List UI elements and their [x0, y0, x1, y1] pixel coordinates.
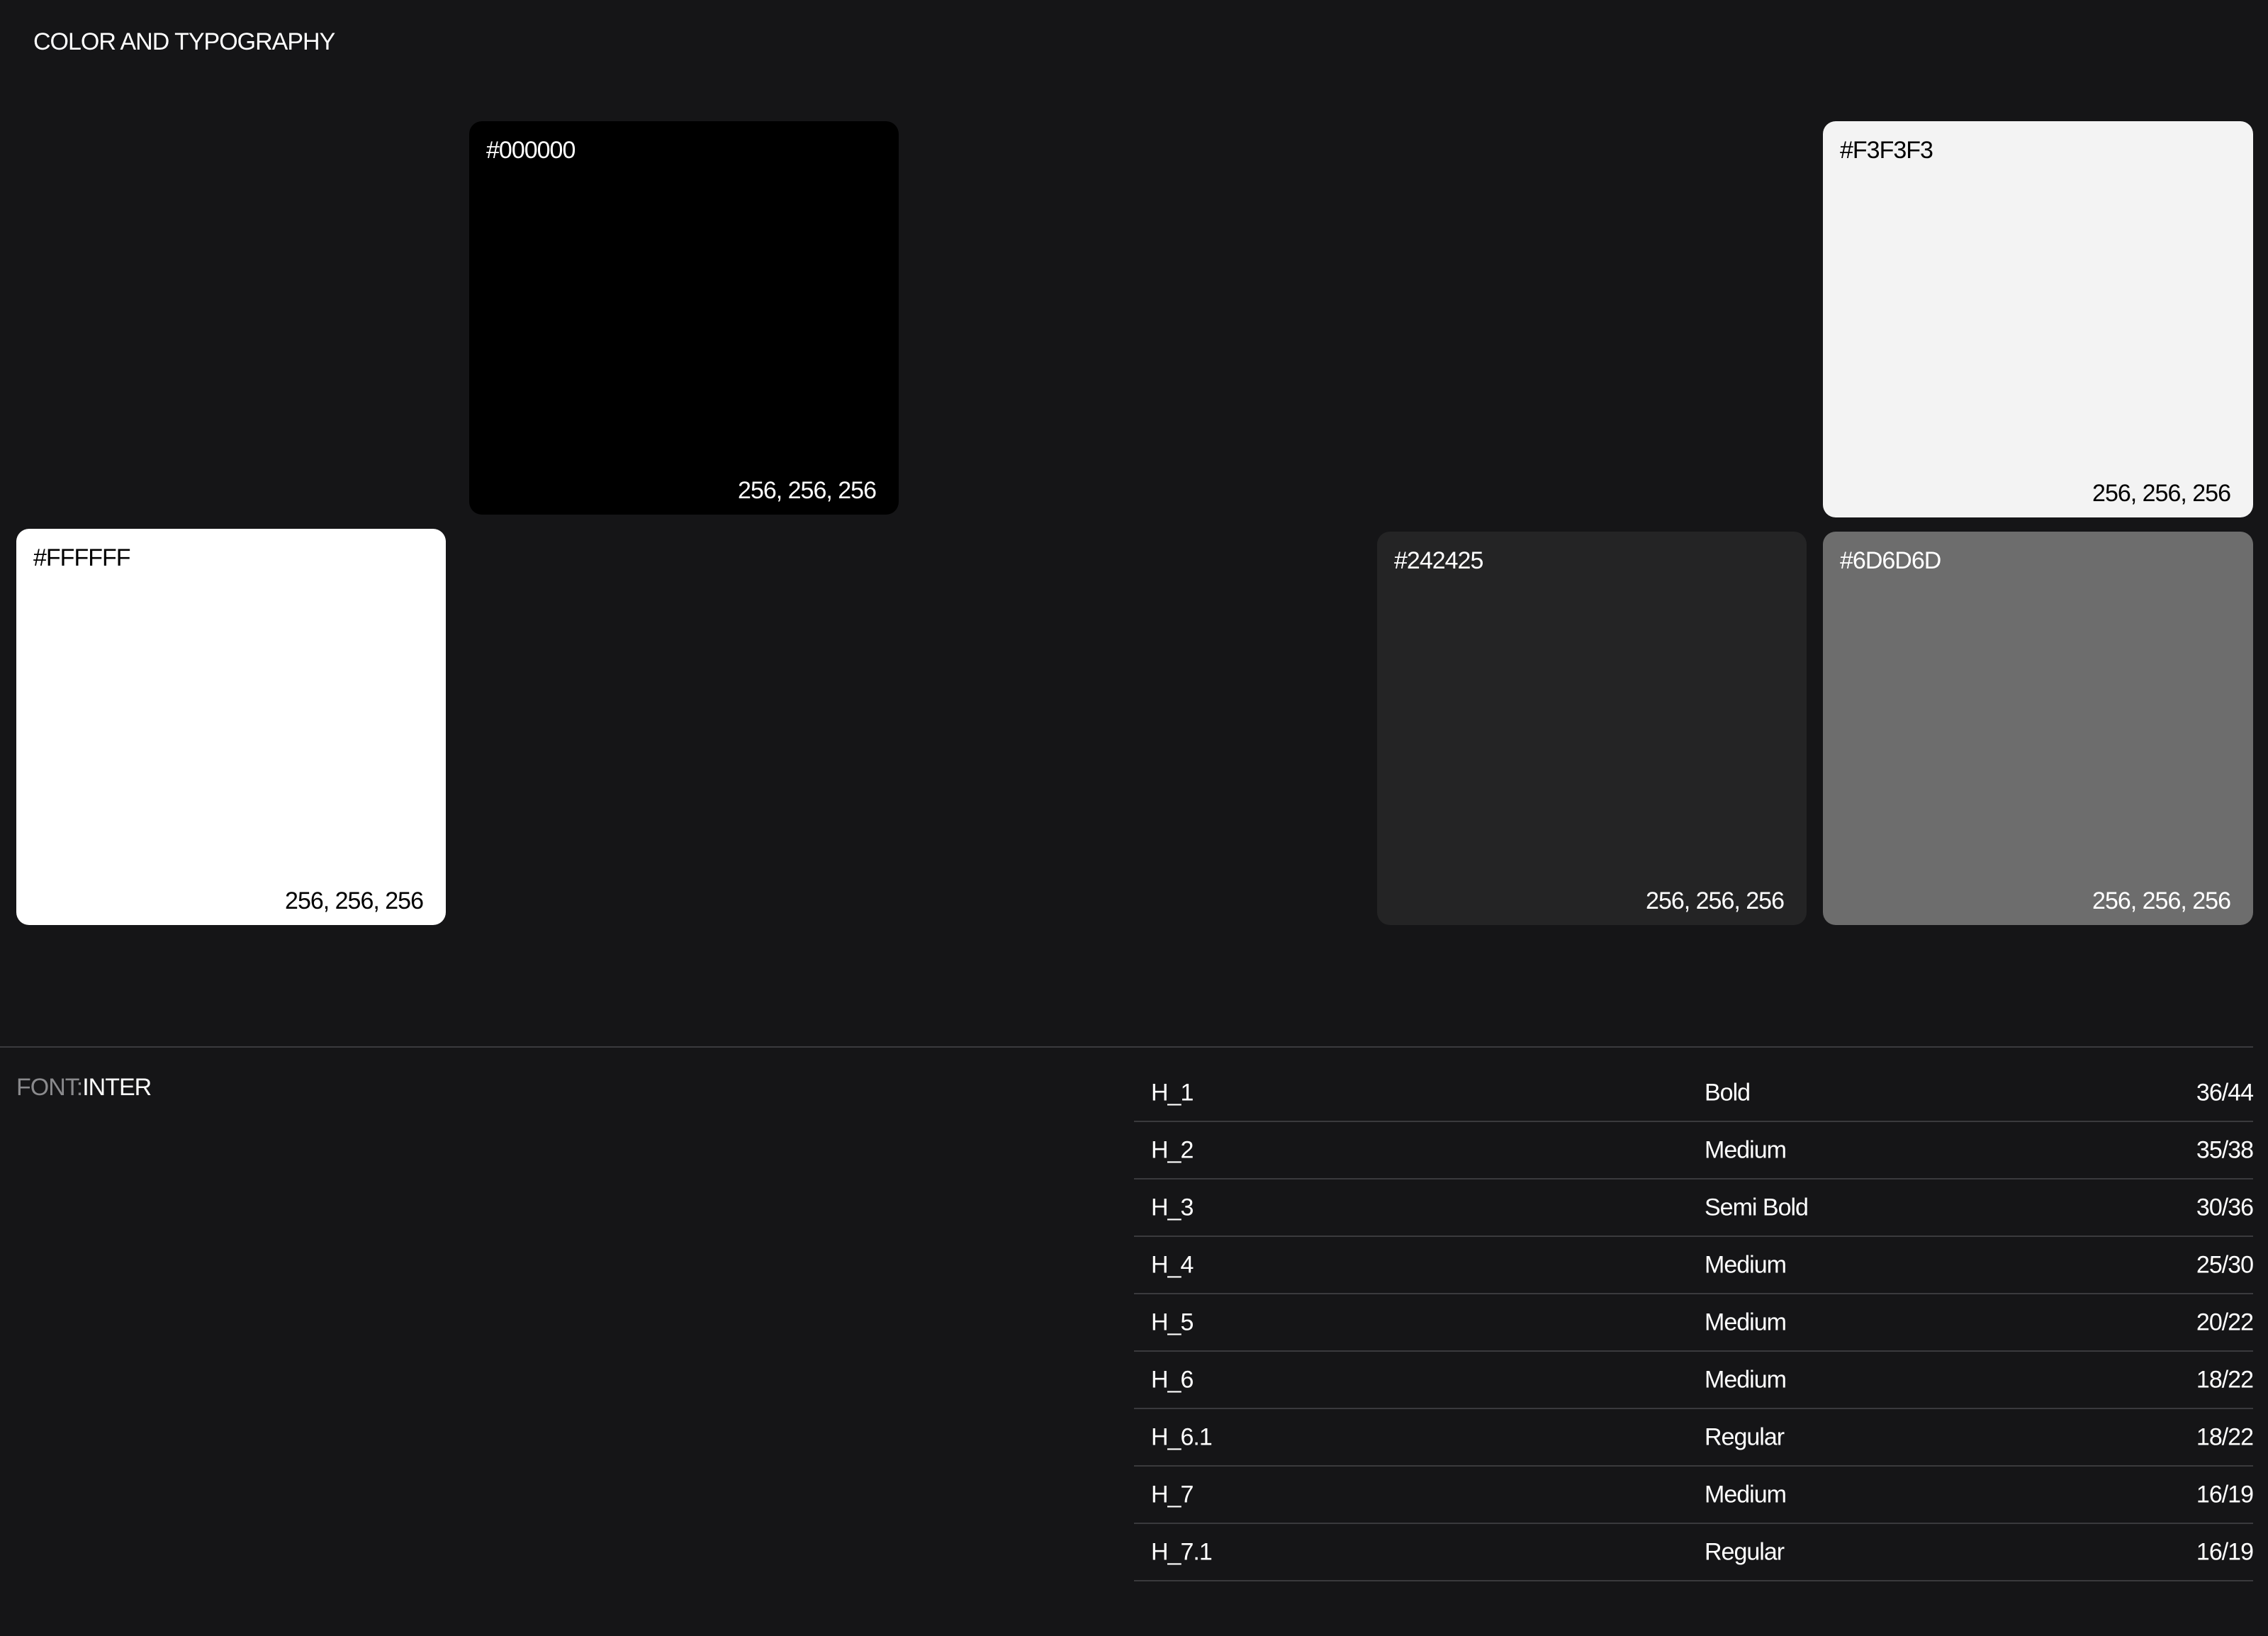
swatch-rgb-label: 256, 256, 256 [2092, 887, 2231, 914]
table-row: H_7 Medium 16/19 [1134, 1467, 2254, 1524]
type-style-size: 18/22 [2196, 1366, 2254, 1393]
type-style-weight: Medium [1705, 1481, 1787, 1508]
font-label-prefix: FONT: [16, 1074, 83, 1101]
swatch-rgb-label: 256, 256, 256 [1646, 887, 1785, 914]
swatch-hex-label: #242425 [1394, 547, 1483, 574]
color-swatch-dark-gray: #242425 256, 256, 256 [1377, 532, 1807, 925]
type-style-name: H_6 [1151, 1366, 1194, 1393]
type-style-weight: Semi Bold [1705, 1194, 1809, 1221]
table-row: H_2 Medium 35/38 [1134, 1122, 2254, 1180]
type-style-weight: Regular [1705, 1538, 1785, 1565]
table-row: H_7.1 Regular 16/19 [1134, 1524, 2254, 1581]
swatch-hex-label: #000000 [486, 137, 576, 164]
type-style-size: 20/22 [2196, 1309, 2254, 1335]
swatch-rgb-label: 256, 256, 256 [285, 887, 424, 914]
table-row: H_6.1 Regular 18/22 [1134, 1409, 2254, 1467]
type-style-name: H_1 [1151, 1079, 1194, 1106]
type-style-weight: Medium [1705, 1136, 1787, 1163]
type-style-size: 25/30 [2196, 1251, 2254, 1278]
color-swatch-light-gray: #F3F3F3 256, 256, 256 [1823, 121, 2253, 517]
swatch-hex-label: #F3F3F3 [1840, 137, 1933, 164]
swatch-rgb-label: 256, 256, 256 [2092, 480, 2231, 507]
type-style-name: H_4 [1151, 1251, 1194, 1278]
type-style-weight: Medium [1705, 1251, 1787, 1278]
type-style-size: 18/22 [2196, 1423, 2254, 1450]
page-title: COLOR AND TYPOGRAPHY [33, 28, 335, 55]
font-label-name: INTER [82, 1074, 152, 1101]
color-swatch-black: #000000 256, 256, 256 [469, 121, 899, 515]
type-style-size: 36/44 [2196, 1079, 2254, 1106]
swatch-hex-label: #6D6D6D [1840, 547, 1941, 574]
font-label: FONT:INTER [16, 1074, 152, 1102]
table-row: H_6 Medium 18/22 [1134, 1352, 2254, 1409]
type-style-name: H_7 [1151, 1481, 1194, 1508]
section-divider [0, 1046, 2253, 1048]
color-swatch-white: #FFFFFF 256, 256, 256 [16, 529, 446, 925]
type-style-size: 16/19 [2196, 1538, 2254, 1565]
type-style-name: H_2 [1151, 1136, 1194, 1163]
table-row: H_1 Bold 36/44 [1134, 1065, 2254, 1122]
type-scale-table: H_1 Bold 36/44 H_2 Medium 35/38 H_3 Semi… [1134, 1065, 2254, 1581]
type-style-name: H_7.1 [1151, 1538, 1213, 1565]
swatch-rgb-label: 256, 256, 256 [738, 477, 877, 504]
type-style-size: 16/19 [2196, 1481, 2254, 1508]
type-style-weight: Medium [1705, 1309, 1787, 1335]
type-style-weight: Bold [1705, 1079, 1751, 1106]
type-style-name: H_6.1 [1151, 1423, 1213, 1450]
type-style-name: H_3 [1151, 1194, 1194, 1221]
type-style-weight: Regular [1705, 1423, 1785, 1450]
table-row: H_5 Medium 20/22 [1134, 1294, 2254, 1352]
color-swatch-mid-gray: #6D6D6D 256, 256, 256 [1823, 532, 2253, 925]
swatch-hex-label: #FFFFFF [33, 544, 131, 571]
type-style-size: 35/38 [2196, 1136, 2254, 1163]
type-style-name: H_5 [1151, 1309, 1194, 1335]
table-row: H_4 Medium 25/30 [1134, 1237, 2254, 1294]
type-style-weight: Medium [1705, 1366, 1787, 1393]
table-row: H_3 Semi Bold 30/36 [1134, 1180, 2254, 1237]
type-style-size: 30/36 [2196, 1194, 2254, 1221]
